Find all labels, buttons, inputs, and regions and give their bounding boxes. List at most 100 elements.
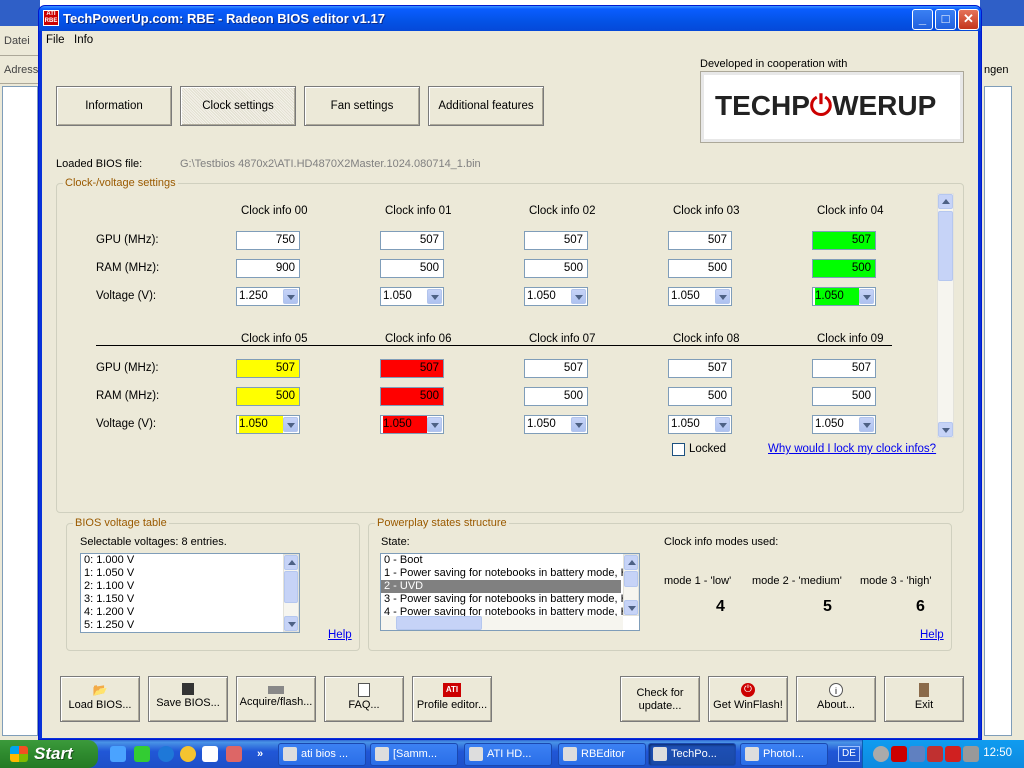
ram-clock-field[interactable]: 500 [380, 259, 444, 278]
maximize-button[interactable]: □ [935, 9, 956, 30]
close-button[interactable]: ✕ [958, 9, 979, 30]
voltage-listbox[interactable]: 0: 1.000 V 1: 1.050 V 2: 1.100 V 3: 1.150 V… [80, 553, 300, 633]
clock-scrollbar[interactable] [937, 193, 954, 438]
faq-button[interactable]: FAQ... [324, 676, 404, 722]
voltage-select[interactable]: 1.050 [524, 287, 588, 306]
quicklaunch-media-icon[interactable] [180, 746, 196, 762]
tab-clock-settings[interactable]: Clock settings [180, 86, 296, 126]
chevron-down-icon[interactable] [427, 289, 442, 304]
load-bios-button[interactable]: 📂 Load BIOS... [60, 676, 140, 722]
menu-info[interactable]: Info [74, 34, 93, 46]
chevron-down-icon[interactable] [283, 289, 298, 304]
ram-clock-field[interactable]: 500 [524, 259, 588, 278]
quicklaunch-notepad-icon[interactable] [202, 746, 218, 762]
chevron-down-icon[interactable] [715, 417, 730, 432]
scroll-down-button[interactable] [938, 422, 953, 437]
scroll-thumb[interactable] [938, 211, 953, 281]
chevron-down-icon[interactable] [427, 417, 442, 432]
tab-additional-features[interactable]: Additional features [428, 86, 544, 126]
start-button[interactable]: Start [0, 740, 98, 768]
voltage-list-item[interactable]: 1: 1.050 V [81, 567, 281, 580]
check-update-button[interactable]: Check for update... [620, 676, 700, 722]
voltage-scroll-up[interactable] [284, 555, 298, 570]
tray-antivirus-icon[interactable] [945, 746, 961, 762]
voltage-select[interactable]: 1.050 [380, 287, 444, 306]
taskbar-task[interactable]: RBEditor [558, 743, 646, 766]
ram-clock-field[interactable]: 500 [668, 259, 732, 278]
tab-information[interactable]: Information [56, 86, 172, 126]
ram-clock-field[interactable]: 500 [236, 387, 300, 406]
ram-clock-field[interactable]: 500 [380, 387, 444, 406]
save-bios-button[interactable]: Save BIOS... [148, 676, 228, 722]
taskbar-task[interactable]: [Samm... [370, 743, 458, 766]
ram-clock-field[interactable]: 500 [524, 387, 588, 406]
ram-clock-field[interactable]: 500 [812, 387, 876, 406]
gpu-clock-field[interactable]: 507 [524, 359, 588, 378]
voltage-scroll-down[interactable] [284, 616, 298, 631]
profile-editor-button[interactable]: ATI Profile editor... [412, 676, 492, 722]
chevron-down-icon[interactable] [859, 417, 874, 432]
state-list-hscroll[interactable] [381, 616, 623, 630]
powerplay-listbox[interactable]: 0 - Boot 1 - Power saving for notebooks i… [380, 553, 640, 631]
ram-clock-field[interactable]: 500 [812, 259, 876, 278]
taskbar-task[interactable]: PhotoI... [740, 743, 828, 766]
tray-shield-icon[interactable] [927, 746, 943, 762]
powerplay-state-item[interactable]: 4 - Power saving for notebooks in batter… [381, 606, 631, 616]
gpu-clock-field[interactable]: 507 [236, 359, 300, 378]
gpu-clock-field[interactable]: 507 [668, 359, 732, 378]
voltage-select[interactable]: 1.050 [380, 415, 444, 434]
powerplay-state-item[interactable]: 0 - Boot [381, 554, 621, 567]
tray-rbe-icon[interactable] [891, 746, 907, 762]
gpu-clock-field[interactable]: 507 [380, 359, 444, 378]
voltage-list-item[interactable]: 3: 1.150 V [81, 593, 281, 606]
state-scroll-thumb[interactable] [624, 571, 638, 587]
voltage-select[interactable]: 1.250 [236, 287, 300, 306]
locked-checkbox[interactable] [672, 443, 685, 456]
state-scroll-up[interactable] [624, 555, 638, 570]
voltage-scroll-thumb[interactable] [284, 571, 298, 603]
exit-button[interactable]: Exit [884, 676, 964, 722]
taskbar-task[interactable]: ati bios ... [278, 743, 366, 766]
taskbar-task[interactable]: TechPo... [648, 743, 736, 766]
voltage-select[interactable]: 1.050 [668, 287, 732, 306]
voltage-list-scrollbar[interactable] [283, 554, 299, 632]
minimize-button[interactable]: _ [912, 9, 933, 30]
powerplay-state-item[interactable]: 2 - UVD [381, 580, 621, 593]
voltage-list-item[interactable]: 2: 1.100 V [81, 580, 281, 593]
chevron-down-icon[interactable] [571, 289, 586, 304]
quicklaunch-more-icon[interactable]: » [252, 746, 268, 762]
gpu-clock-field[interactable]: 507 [812, 359, 876, 378]
techpowerup-logo[interactable]: TECHP⏻WERUP [700, 71, 964, 143]
voltage-select[interactable]: 1.050 [524, 415, 588, 434]
voltage-select[interactable]: 1.050 [812, 287, 876, 306]
menu-file[interactable]: File [46, 34, 65, 46]
quicklaunch-explorer-icon[interactable] [110, 746, 126, 762]
ram-clock-field[interactable]: 900 [236, 259, 300, 278]
gpu-clock-field[interactable]: 507 [380, 231, 444, 250]
voltage-list-item[interactable]: 0: 1.000 V [81, 554, 281, 567]
tray-arrow-icon[interactable] [873, 746, 889, 762]
tray-volume-icon[interactable] [963, 746, 979, 762]
quicklaunch-ie-icon[interactable] [158, 746, 174, 762]
voltage-select[interactable]: 1.050 [812, 415, 876, 434]
voltage-list-item[interactable]: 5: 1.250 V [81, 619, 281, 632]
state-scroll-down[interactable] [624, 600, 638, 615]
taskbar-task[interactable]: ATI HD... [464, 743, 552, 766]
state-list-vscroll[interactable] [623, 554, 639, 616]
language-indicator[interactable]: DE [838, 746, 860, 762]
chevron-down-icon[interactable] [859, 289, 874, 304]
powerplay-state-item[interactable]: 1 - Power saving for notebooks in batter… [381, 567, 631, 580]
voltage-list-item[interactable]: 4: 1.200 V [81, 606, 281, 619]
about-button[interactable]: i About... [796, 676, 876, 722]
why-lock-link[interactable]: Why would I lock my clock infos? [768, 443, 936, 455]
voltage-select[interactable]: 1.050 [236, 415, 300, 434]
scroll-up-button[interactable] [938, 194, 953, 209]
get-winflash-button[interactable]: ⏻ Get WinFlash! [708, 676, 788, 722]
tray-network-icon[interactable] [909, 746, 925, 762]
title-bar[interactable]: ATI RBE TechPowerUp.com: RBE - Radeon BI… [39, 6, 981, 31]
chevron-down-icon[interactable] [571, 417, 586, 432]
gpu-clock-field[interactable]: 507 [812, 231, 876, 250]
voltage-help-link[interactable]: Help [328, 629, 352, 641]
ram-clock-field[interactable]: 500 [668, 387, 732, 406]
tab-fan-settings[interactable]: Fan settings [304, 86, 420, 126]
